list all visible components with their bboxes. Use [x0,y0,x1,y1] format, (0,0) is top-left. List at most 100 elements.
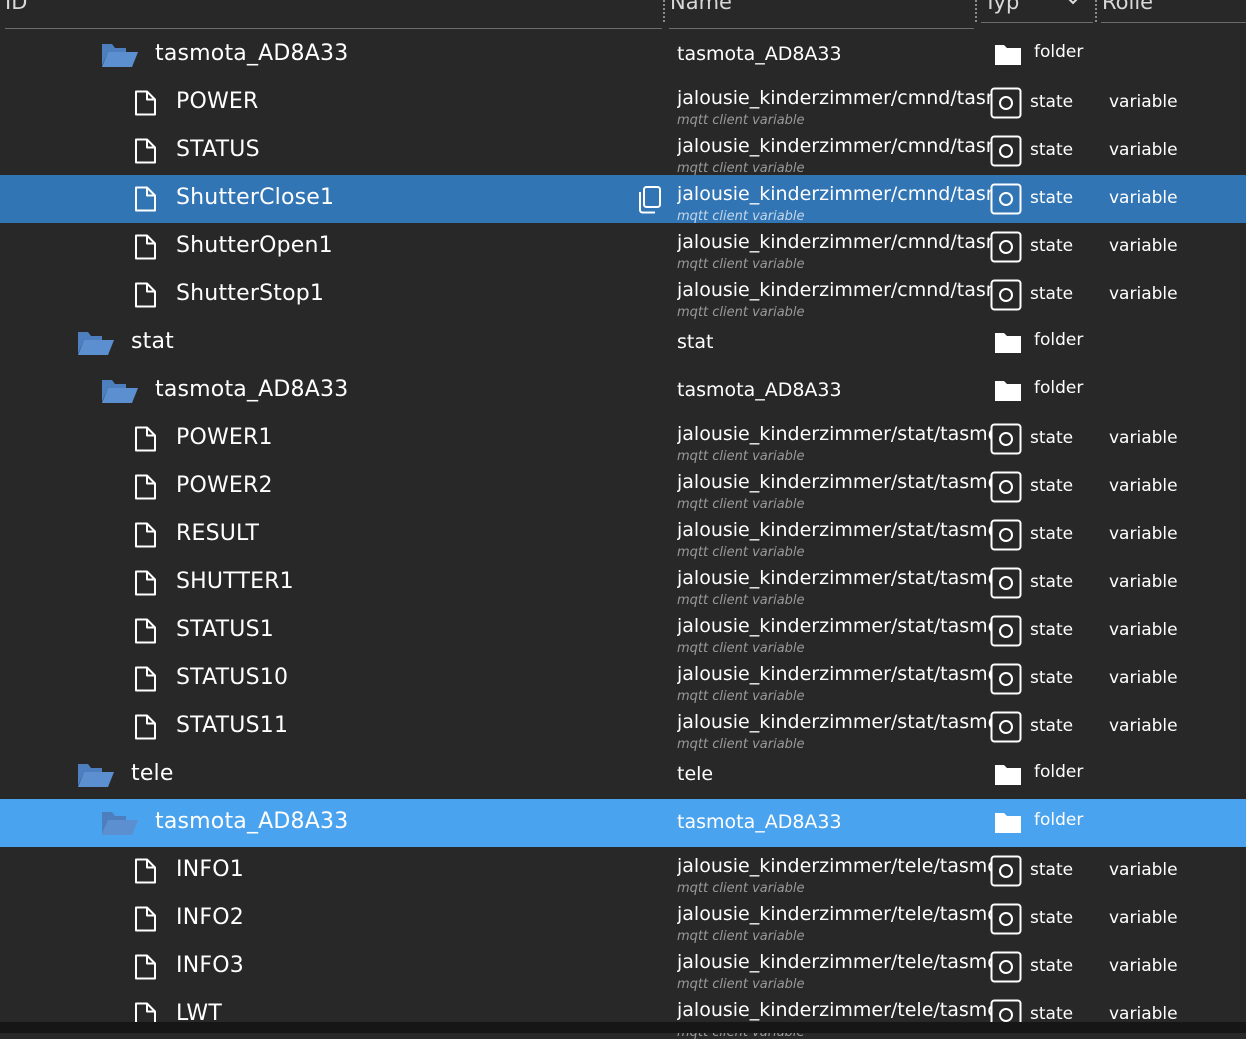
state-icon[interactable] [990,471,1022,503]
role-value: variable [1109,620,1178,640]
role-value: variable [1109,956,1178,976]
header-name[interactable]: Name [670,0,732,14]
tree-row[interactable]: INFO3 jalousie_kinderzimmer/tele/tasmota_… [0,943,1246,991]
copy-icon[interactable] [634,185,662,215]
name-cell: jalousie_kinderzimmer/tele/tasmota_AD8A3… [677,943,991,991]
type-value: state [1030,524,1074,544]
object-name: jalousie_kinderzimmer/cmnd/tasmota_AD8A3… [677,183,991,205]
tree-item-label: tasmota_AD8A33 [155,809,349,834]
state-icon[interactable] [990,87,1022,119]
column-resizer[interactable] [1095,0,1097,22]
tree-row[interactable]: INFO2 jalousie_kinderzimmer/tele/tasmota_… [0,895,1246,943]
name-cell: tasmota_AD8A33 [677,367,991,415]
state-icon[interactable] [990,663,1022,695]
tree-item-label: ShutterOpen1 [176,233,333,258]
tree-item-label: ShutterStop1 [176,281,325,306]
state-icon[interactable] [990,855,1022,887]
tree-row[interactable]: stat stat folder [0,319,1246,367]
folder-open-icon[interactable] [101,809,139,836]
folder-open-icon[interactable] [101,41,139,68]
header-id[interactable]: ID [5,0,27,14]
file-icon [135,618,156,644]
tree-item-label: stat [131,329,174,354]
folder-icon [995,45,1021,65]
state-icon[interactable] [990,279,1022,311]
header-underline [5,28,662,29]
state-icon[interactable] [990,615,1022,647]
tree-item-label: POWER [176,89,259,114]
column-resizer[interactable] [663,0,665,22]
role-value: variable [1109,92,1178,112]
object-name: tasmota_AD8A33 [677,811,842,833]
object-name: jalousie_kinderzimmer/stat/tasmota_AD8A3… [677,519,991,541]
folder-icon [995,765,1021,785]
folder-open-icon[interactable] [101,377,139,404]
type-value: state [1030,476,1074,496]
tree-row[interactable]: ShutterOpen1 jalousie_kinderzimmer/cmnd/t… [0,223,1246,271]
tree-row[interactable]: tasmota_AD8A33 tasmota_AD8A33 folder [0,367,1246,415]
folder-open-icon[interactable] [77,329,115,356]
type-value: state [1030,236,1074,256]
file-icon [135,474,156,500]
tree-row[interactable]: tele tele folder [0,751,1246,799]
state-icon[interactable] [990,231,1022,263]
object-name: tasmota_AD8A33 [677,43,842,65]
file-icon [135,186,156,212]
object-name: tele [677,763,714,785]
state-icon[interactable] [990,423,1022,455]
header-role[interactable]: Rolle [1102,0,1153,14]
header-type-select[interactable]: Typ [984,0,1019,14]
file-icon [135,90,156,116]
tree-item-label: ShutterClose1 [176,185,335,210]
state-icon[interactable] [990,135,1022,167]
tree-row[interactable]: POWER1 jalousie_kinderzimmer/stat/tasmota… [0,415,1246,463]
name-cell: jalousie_kinderzimmer/stat/tasmota_AD8A3… [677,655,991,703]
state-icon[interactable] [990,903,1022,935]
state-icon[interactable] [990,519,1022,551]
type-value: folder [1034,810,1084,830]
object-name: jalousie_kinderzimmer/stat/tasmota_AD8A3… [677,471,991,493]
tree-row[interactable]: tasmota_AD8A33 tasmota_AD8A33 folder [0,799,1246,847]
object-description: mqtt client variable [677,641,805,655]
object-name: jalousie_kinderzimmer/stat/tasmota_AD8A3… [677,615,991,637]
folder-open-icon[interactable] [77,761,115,788]
name-cell: jalousie_kinderzimmer/stat/tasmota_AD8A3… [677,559,991,607]
role-value: variable [1109,908,1178,928]
type-value: state [1030,572,1074,592]
name-cell: jalousie_kinderzimmer/cmnd/tasmota_AD8A3… [677,175,991,223]
tree-item-label: STATUS10 [176,665,289,690]
name-cell: jalousie_kinderzimmer/cmnd/tasmota_AD8A3… [677,79,991,127]
state-icon[interactable] [990,567,1022,599]
tree-row[interactable]: POWER jalousie_kinderzimmer/cmnd/tasmota_… [0,79,1246,127]
tree-item-label: tasmota_AD8A33 [155,377,349,402]
tree-row[interactable]: POWER2 jalousie_kinderzimmer/stat/tasmota… [0,463,1246,511]
name-cell: stat [677,319,991,367]
state-icon[interactable] [990,711,1022,743]
tree-row[interactable]: ShutterStop1 jalousie_kinderzimmer/cmnd/t… [0,271,1246,319]
state-icon[interactable] [990,183,1022,215]
tree-row[interactable]: tasmota_AD8A33 tasmota_AD8A33 folder [0,31,1246,79]
state-icon[interactable] [990,951,1022,983]
tree-item-label: POWER2 [176,473,273,498]
object-description: mqtt client variable [677,689,805,703]
tree-row[interactable]: STATUS1 jalousie_kinderzimmer/stat/tasmot… [0,607,1246,655]
role-value: variable [1109,860,1178,880]
header-underline [1101,22,1246,23]
tree-item-label: STATUS11 [176,713,289,738]
object-name: stat [677,331,714,353]
tree-row[interactable]: STATUS jalousie_kinderzimmer/cmnd/tasmota… [0,127,1246,175]
tree-row[interactable]: ShutterClose1 jalousie_kinderzimmer/cmnd/… [0,175,1246,223]
tree-row[interactable]: STATUS10 jalousie_kinderzimmer/stat/tasmo… [0,655,1246,703]
tree-row[interactable]: RESULT jalousie_kinderzimmer/stat/tasmota… [0,511,1246,559]
type-value: folder [1034,762,1084,782]
object-description: mqtt client variable [677,545,805,559]
tree-row[interactable]: STATUS11 jalousie_kinderzimmer/stat/tasmo… [0,703,1246,751]
tree-row[interactable]: INFO1 jalousie_kinderzimmer/tele/tasmota_… [0,847,1246,895]
chevron-down-icon[interactable] [1066,0,1080,8]
object-name: jalousie_kinderzimmer/tele/tasmota_AD8A3… [677,999,991,1021]
type-value: folder [1034,42,1084,62]
tree-row[interactable]: SHUTTER1 jalousie_kinderzimmer/stat/tasmo… [0,559,1246,607]
column-resizer[interactable] [975,0,977,22]
object-description: mqtt client variable [677,449,805,463]
tree-item-label: RESULT [176,521,260,546]
